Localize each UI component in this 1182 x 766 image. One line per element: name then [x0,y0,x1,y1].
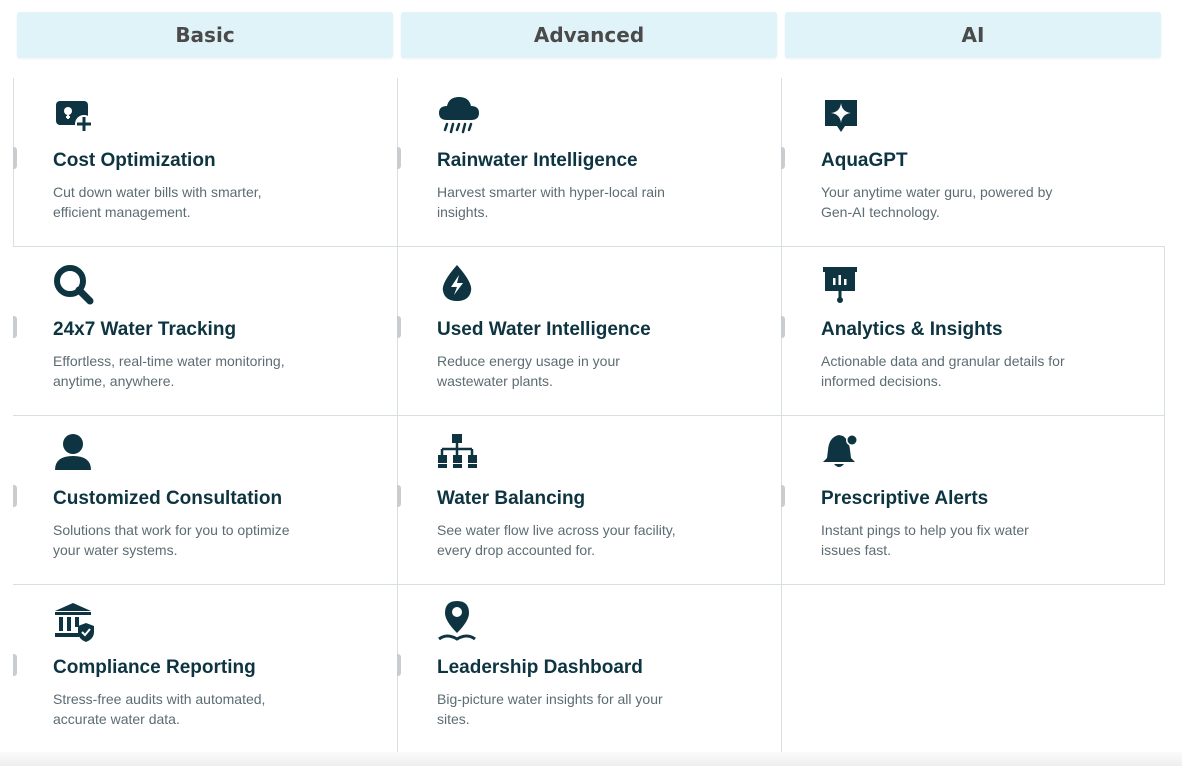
card-notch [781,316,785,338]
feature-card-leadership-dashboard[interactable]: Leadership Dashboard Big-picture water i… [397,585,781,754]
feature-card-compliance-reporting[interactable]: Compliance Reporting Stress-free audits … [13,585,397,754]
card-notch [13,316,17,338]
feature-card-cost-optimization[interactable]: Cost Optimization Cut down water bills w… [13,78,397,247]
card-description: Actionable data and granular details for… [821,353,1065,389]
card-notch [13,485,17,507]
card-title: Used Water Intelligence [437,319,651,340]
tab-advanced[interactable]: Advanced [401,12,777,58]
feature-card-prescriptive-alerts[interactable]: Prescriptive Alerts Instant pings to hel… [781,416,1165,585]
card-description: Instant pings to help you fix water issu… [821,522,1029,558]
map-pin-icon [437,599,481,643]
card-description: Harvest smarter with hyper-local rain in… [437,184,665,220]
tab-basic[interactable]: Basic [17,12,393,58]
card-notch [397,316,401,338]
card-title: AquaGPT [821,150,908,171]
card-title: 24x7 Water Tracking [53,319,237,340]
tab-ai[interactable]: AI [785,12,1161,58]
feature-card-24x7-water-tracking[interactable]: 24x7 Water Tracking Effortless, real-tim… [13,247,397,416]
card-description: Effortless, real-time water monitoring, … [53,353,285,389]
card-title: Customized Consultation [53,488,283,509]
rain-cloud-icon [437,94,481,138]
card-description: Stress-free audits with automated, accur… [53,691,266,727]
bank-shield-icon [53,601,97,645]
user-icon [53,432,97,476]
card-description: Big-picture water insights for all your … [437,691,663,727]
card-title: Analytics & Insights [821,319,1003,340]
feature-card-used-water-intelligence[interactable]: Used Water Intelligence Reduce energy us… [397,247,781,416]
feature-card-aquagpt[interactable]: AquaGPT Your anytime water guru, powered… [781,78,1165,247]
card-title: Compliance Reporting [53,657,256,678]
features-grid: Cost Optimization Cut down water bills w… [13,78,1165,754]
card-description: Cut down water bills with smarter, effic… [53,184,262,220]
feature-card-customized-consultation[interactable]: Customized Consultation Solutions that w… [13,416,397,585]
bell-alert-icon [821,432,865,476]
card-description: Reduce energy usage in your wastewater p… [437,353,620,389]
feature-card-rainwater-intelligence[interactable]: Rainwater Intelligence Harvest smarter w… [397,78,781,247]
page-bottom-edge [0,752,1182,766]
magnifier-icon [52,263,96,307]
feature-card-analytics-insights[interactable]: Analytics & Insights Actionable data and… [781,247,1165,416]
drop-bolt-icon [437,263,481,307]
card-description: See water flow live across your facility… [437,522,676,558]
sparkle-chat-icon [821,96,865,140]
card-title: Water Balancing [437,488,586,509]
card-description: Your anytime water guru, powered by Gen-… [821,184,1053,220]
card-title: Rainwater Intelligence [437,150,638,171]
card-title: Leadership Dashboard [437,657,643,678]
card-notch [781,485,785,507]
card-notch [13,654,17,676]
sitemap-icon [437,432,481,476]
card-notch [13,147,17,169]
card-description: Solutions that work for you to optimize … [53,522,290,558]
card-notch [397,485,401,507]
presentation-chart-icon [821,265,865,309]
card-title: Prescriptive Alerts [821,488,989,509]
cost-plus-icon [53,96,97,140]
card-title: Cost Optimization [53,150,216,171]
card-notch [397,147,401,169]
feature-card-water-balancing[interactable]: Water Balancing See water flow live acro… [397,416,781,585]
tier-tabs: Basic Advanced AI [0,0,1182,66]
card-notch [781,147,785,169]
card-notch [397,654,401,676]
